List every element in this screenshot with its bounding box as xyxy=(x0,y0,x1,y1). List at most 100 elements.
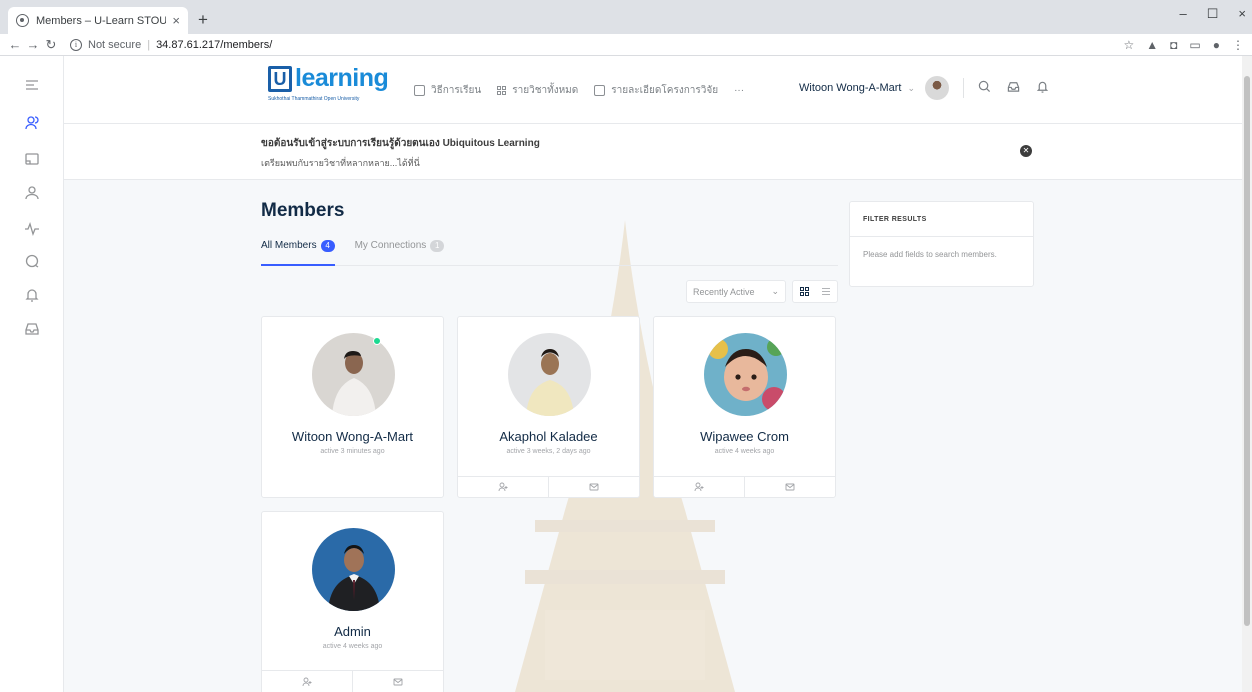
tab-label: My Connections xyxy=(354,240,427,251)
grid-icon xyxy=(497,86,507,95)
add-friend-button[interactable] xyxy=(262,671,352,692)
tab-all-members[interactable]: All Members 4 xyxy=(261,240,335,266)
add-friend-button[interactable] xyxy=(654,477,744,497)
notifications-icon[interactable] xyxy=(23,286,41,304)
scrollbar-thumb[interactable] xyxy=(1244,76,1250,626)
grid-view-icon[interactable] xyxy=(799,287,809,296)
notice-subtitle[interactable]: เตรียมพบกับรายวิชาที่หลากหลาย...ได้ที่นี… xyxy=(261,156,420,170)
online-indicator xyxy=(373,337,381,345)
last-active: active 3 minutes ago xyxy=(320,448,385,455)
count-badge: 4 xyxy=(320,240,335,252)
menu-toggle-icon[interactable] xyxy=(23,76,41,94)
members-icon[interactable] xyxy=(23,114,41,132)
document-icon xyxy=(414,85,425,96)
forward-arrow-icon[interactable]: → xyxy=(24,37,42,52)
site-header: U learning Sukhothai Thammathirat Open U… xyxy=(64,56,1242,124)
member-card[interactable]: Wipawee Crom active 4 weeks ago xyxy=(653,316,836,498)
notice-title: ขอต้อนรับเข้าสู่ระบบการเรียนรู้ด้วยตนเอง… xyxy=(261,138,540,149)
maximize-button[interactable]: ☐ xyxy=(1207,6,1219,22)
tab-my-connections[interactable]: My Connections 1 xyxy=(355,240,445,266)
filter-results-widget: FILTER RESULTS Please add fields to sear… xyxy=(849,201,1034,287)
add-friend-button[interactable] xyxy=(458,477,548,497)
welcome-notice: ขอต้อนรับเข้าสู่ระบบการเรียนรู้ด้วยตนเอง… xyxy=(64,124,1242,180)
extension-drive-icon[interactable]: ▲ xyxy=(1146,38,1158,52)
user-name[interactable]: Witoon Wong-A-Mart xyxy=(799,82,902,94)
logo-subtitle: Sukhothai Thammathirat Open University xyxy=(268,96,360,102)
send-message-button[interactable] xyxy=(548,477,639,497)
more-menu-button[interactable]: ··· xyxy=(734,83,744,98)
browser-extensions: ☆ ▲ ◘ ▭ ● ⋮ xyxy=(1124,38,1245,52)
address-bar: ← → ↻ i Not secure | 34.87.61.217/member… xyxy=(0,34,1252,56)
extension-cast-icon[interactable]: ▭ xyxy=(1189,38,1200,52)
chevron-down-icon: ⌄ xyxy=(771,286,779,296)
logo-mark: U xyxy=(268,66,292,92)
filter-title: FILTER RESULTS xyxy=(850,202,1033,237)
avatar[interactable] xyxy=(704,333,787,416)
left-sidebar xyxy=(0,56,64,692)
chevron-down-icon[interactable]: ⌄ xyxy=(908,83,916,94)
courses-icon[interactable] xyxy=(23,150,41,168)
omnibox[interactable]: i Not secure | 34.87.61.217/members/ xyxy=(70,38,272,51)
member-actions xyxy=(654,476,835,497)
header-divider xyxy=(963,78,965,98)
site-favicon-icon xyxy=(16,14,29,27)
avatar[interactable] xyxy=(925,76,950,100)
info-icon[interactable]: i xyxy=(70,38,82,51)
logo-wordmark: learning xyxy=(295,64,389,92)
member-card[interactable]: Witoon Wong-A-Mart active 3 minutes ago xyxy=(261,316,444,498)
page-scrollbar[interactable] xyxy=(1242,56,1252,692)
member-name[interactable]: Akaphol Kaladee xyxy=(458,429,639,444)
send-message-button[interactable] xyxy=(744,477,835,497)
header-icons xyxy=(978,80,1049,96)
member-actions xyxy=(262,670,443,692)
member-card[interactable]: Admin active 4 weeks ago xyxy=(261,511,444,692)
minimize-button[interactable]: – xyxy=(1180,6,1187,22)
extension-camera-icon[interactable]: ◘ xyxy=(1170,38,1177,52)
messages-icon[interactable] xyxy=(23,252,41,270)
list-view-icon[interactable] xyxy=(822,288,831,295)
list-icon xyxy=(594,85,606,96)
view-toggle xyxy=(792,280,838,303)
member-card[interactable]: Akaphol Kaladee active 3 weeks, 2 days a… xyxy=(457,316,640,498)
tab-label: All Members xyxy=(261,240,317,251)
window-controls: – ☐ × xyxy=(1180,6,1246,22)
site-logo[interactable]: U learning Sukhothai Thammathirat Open U… xyxy=(268,64,389,102)
tab-title: Members – U-Learn STOU xyxy=(36,14,167,27)
tab-close-icon[interactable]: × xyxy=(172,13,180,28)
send-message-button[interactable] xyxy=(352,671,443,692)
member-name[interactable]: Admin xyxy=(262,624,443,639)
security-label: Not secure xyxy=(88,38,142,51)
browser-tabbar: Members – U-Learn STOU × + – ☐ × xyxy=(0,0,1252,34)
inbox-icon[interactable] xyxy=(23,320,41,338)
bookmark-star-icon[interactable]: ☆ xyxy=(1124,38,1135,52)
profile-user-icon[interactable] xyxy=(23,184,41,202)
avatar[interactable] xyxy=(508,333,591,416)
url-text[interactable]: 34.87.61.217/members/ xyxy=(156,39,272,51)
close-notice-icon[interactable]: ✕ xyxy=(1020,145,1032,157)
filter-message: Please add fields to search members. xyxy=(863,250,997,259)
search-icon[interactable] xyxy=(978,80,991,96)
back-arrow-icon[interactable]: ← xyxy=(6,37,24,52)
bell-icon[interactable] xyxy=(1036,80,1049,96)
last-active: active 3 weeks, 2 days ago xyxy=(506,448,591,455)
avatar[interactable] xyxy=(312,333,395,416)
more-icon: ··· xyxy=(734,85,745,96)
member-name[interactable]: Wipawee Crom xyxy=(654,429,835,444)
page-title: Members xyxy=(261,200,345,221)
close-window-button[interactable]: × xyxy=(1238,6,1246,22)
avatar[interactable] xyxy=(312,528,395,611)
sort-select[interactable]: Recently Active ⌄ xyxy=(686,280,786,303)
profile-icon[interactable]: ● xyxy=(1213,38,1220,52)
menu-item-how-to-learn[interactable]: วิธีการเรียน xyxy=(414,83,481,98)
last-active: active 4 weeks ago xyxy=(322,643,383,650)
browser-tab[interactable]: Members – U-Learn STOU × xyxy=(8,7,188,34)
menu-item-research-details[interactable]: รายละเอียดโครงการวิจัย xyxy=(594,83,718,98)
new-tab-button[interactable]: + xyxy=(198,10,208,30)
activity-icon[interactable] xyxy=(23,220,41,238)
reload-icon[interactable]: ↻ xyxy=(42,37,60,53)
member-name[interactable]: Witoon Wong-A-Mart xyxy=(262,429,443,444)
inbox-icon[interactable] xyxy=(1007,80,1020,96)
menu-label: รายวิชาทั้งหมด xyxy=(512,85,579,96)
browser-menu-icon[interactable]: ⋮ xyxy=(1232,38,1244,52)
menu-item-all-courses[interactable]: รายวิชาทั้งหมด xyxy=(497,83,578,98)
